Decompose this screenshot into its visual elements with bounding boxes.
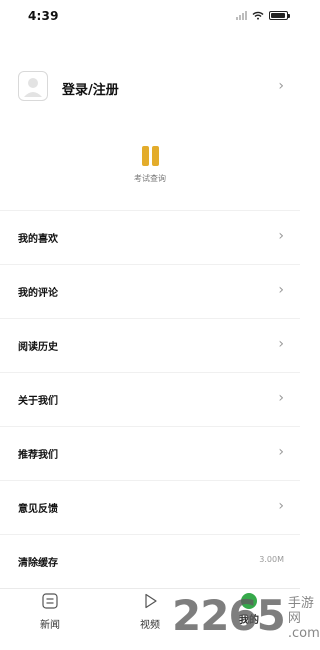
- tab-label: 新闻: [40, 620, 60, 631]
- play-icon: [145, 593, 157, 609]
- user-icon: [24, 78, 42, 97]
- menu-item-label: 我的喜欢: [18, 234, 58, 245]
- watermark-number: 2265: [172, 591, 286, 640]
- avatar: [18, 71, 48, 101]
- menu-item-clear-cache[interactable]: 清除缓存 3.00M: [0, 535, 300, 589]
- chevron-right-icon: ›: [278, 498, 284, 514]
- menu-item-label: 推荐我们: [18, 450, 58, 461]
- menu-item-recommend[interactable]: 推荐我们 ›: [0, 427, 300, 481]
- wifi-icon: [252, 11, 264, 20]
- chevron-right-icon: ›: [278, 336, 284, 352]
- tab-news[interactable]: 新闻: [20, 592, 80, 631]
- chevron-right-icon: ›: [278, 444, 284, 460]
- watermark-suffix: .com: [287, 626, 320, 641]
- menu-item-label: 阅读历史: [18, 342, 58, 353]
- signal-icon: [236, 11, 247, 20]
- tab-label: 视频: [140, 620, 160, 631]
- watermark-text: 手游网 .com: [288, 596, 320, 641]
- exam-icon: [120, 146, 180, 166]
- menu-item-favorites[interactable]: 我的喜欢 ›: [0, 210, 300, 265]
- battery-icon: [269, 11, 290, 20]
- status-icons: [236, 11, 290, 20]
- exam-query-label: 考试查询: [134, 174, 166, 183]
- watermark: 2265 手游网 .com: [172, 590, 320, 641]
- menu-item-label: 关于我们: [18, 396, 58, 407]
- settings-menu: 我的喜欢 › 我的评论 › 阅读历史 › 关于我们 › 推荐我们 › 意见反馈 …: [0, 210, 300, 589]
- chevron-right-icon: ›: [278, 78, 284, 94]
- menu-item-feedback[interactable]: 意见反馈 ›: [0, 481, 300, 535]
- menu-item-label: 我的评论: [18, 288, 58, 299]
- status-bar: 4:39: [0, 0, 300, 34]
- chevron-right-icon: ›: [278, 390, 284, 406]
- menu-item-about[interactable]: 关于我们 ›: [0, 373, 300, 427]
- login-row[interactable]: 登录/注册 ›: [0, 67, 300, 107]
- chevron-right-icon: ›: [278, 282, 284, 298]
- watermark-site-name: 手游网: [287, 596, 314, 626]
- login-register-link[interactable]: 登录/注册: [62, 79, 119, 98]
- menu-item-label: 清除缓存: [18, 558, 58, 569]
- chevron-right-icon: ›: [278, 228, 284, 244]
- menu-item-comments[interactable]: 我的评论 ›: [0, 265, 300, 319]
- tab-video[interactable]: 视频: [120, 592, 180, 631]
- menu-item-history[interactable]: 阅读历史 ›: [0, 319, 300, 373]
- menu-item-label: 意见反馈: [18, 504, 58, 515]
- exam-query-button[interactable]: 考试查询: [120, 143, 180, 203]
- status-time: 4:39: [28, 9, 59, 23]
- cache-size-value: 3.00M: [259, 555, 284, 564]
- news-icon: [42, 593, 58, 609]
